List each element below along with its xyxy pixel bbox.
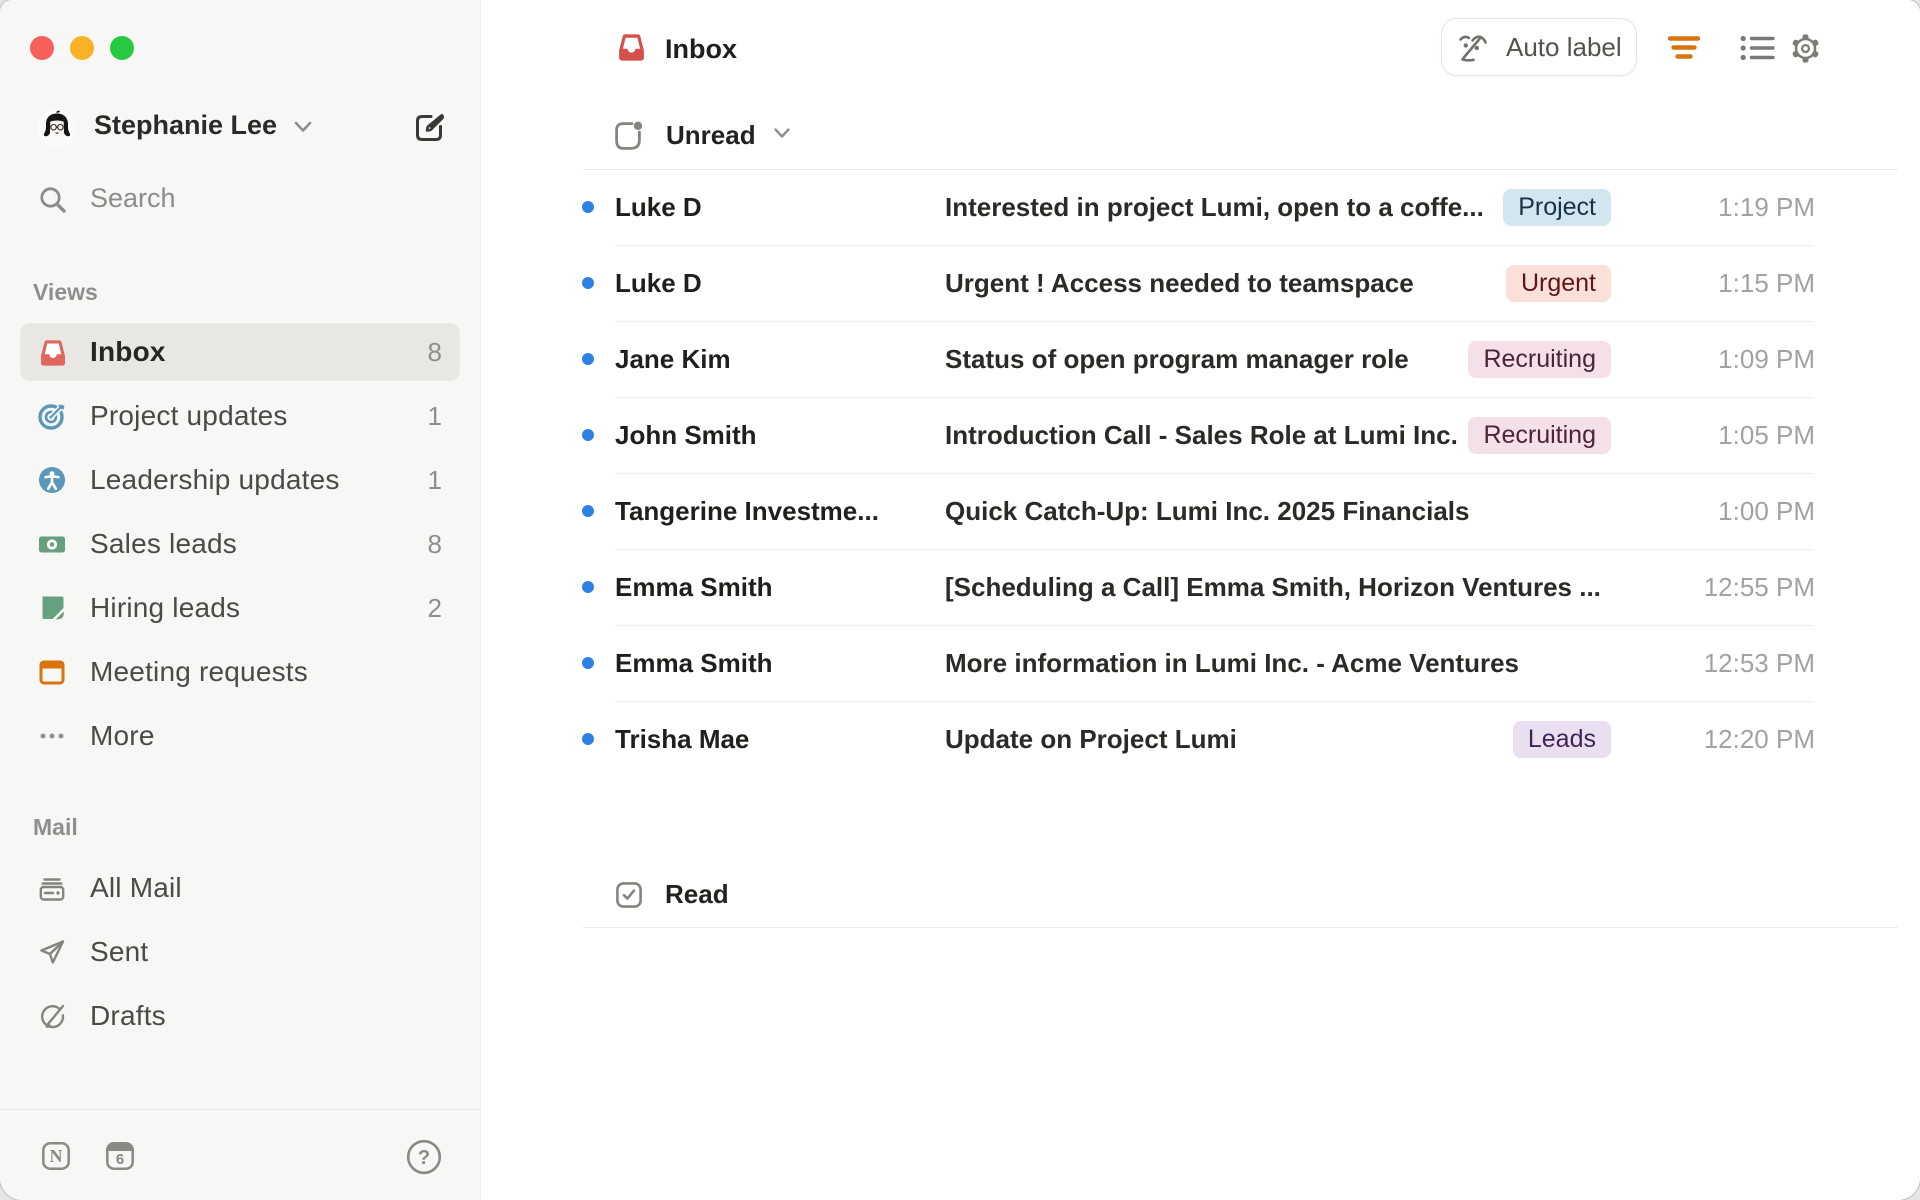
svg-text:6: 6 xyxy=(116,1151,124,1168)
svg-text:N: N xyxy=(50,1146,63,1166)
svg-text:?: ? xyxy=(418,1147,430,1169)
